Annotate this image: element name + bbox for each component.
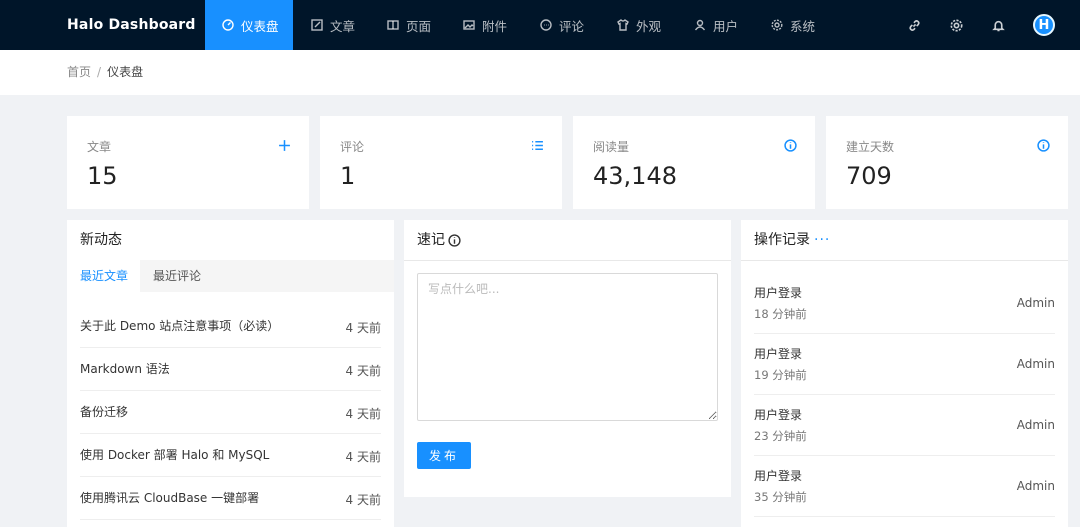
log-item: 用户登录 19 分钟前 Admin [754, 334, 1055, 395]
post-title[interactable]: Markdown 语法 [80, 348, 170, 391]
log-action: 用户登录 [754, 408, 803, 422]
nav-label: 页面 [406, 18, 432, 34]
log-time: 23 分钟前 [754, 429, 807, 443]
bell-icon[interactable] [989, 16, 1007, 34]
tab-recent-comments[interactable]: 最近评论 [140, 260, 394, 292]
nav-system[interactable]: 系统 [770, 0, 815, 50]
post-title[interactable]: 备份迁移 [80, 391, 128, 434]
breadcrumb-home[interactable]: 首页 [67, 65, 91, 79]
more-icon[interactable]: ··· [814, 220, 830, 260]
panel-title: 操作记录 [754, 232, 810, 248]
log-item: 用户登录 35 分钟前 Admin [754, 456, 1055, 517]
avatar[interactable]: H [1033, 14, 1055, 36]
log-user: Admin [1016, 418, 1055, 432]
info-icon[interactable] [448, 233, 461, 247]
nav-attachments[interactable]: 附件 [462, 0, 507, 50]
quick-note-panel: 速记 发布 [404, 220, 731, 497]
stat-card-posts: 文章 15 [67, 116, 309, 209]
list-item[interactable]: 使用腾讯云 CloudBase 一键部署 4 天前 [80, 477, 381, 520]
note-textarea[interactable] [417, 273, 718, 421]
operation-log-panel: 操作记录 ··· 用户登录 18 分钟前 Admin 用户登录 19 分钟前 A… [741, 220, 1068, 527]
nav-label: 用户 [713, 18, 739, 34]
nav-label: 附件 [482, 18, 508, 34]
stat-value: 709 [846, 162, 892, 190]
post-title[interactable]: 关于此 Demo 站点注意事项（必读） [80, 305, 279, 348]
log-action: 用户登录 [754, 469, 803, 483]
divider [741, 260, 1068, 261]
nav-users[interactable]: 用户 [693, 0, 738, 50]
list-item[interactable]: 备份迁移 4 天前 [80, 391, 381, 434]
post-title[interactable]: 使用 Docker 部署 Halo 和 MySQL [80, 434, 269, 477]
breadcrumb: 首页 / 仪表盘 [67, 50, 143, 95]
post-time: 4 天前 [345, 407, 381, 421]
log-item: 用户登录 23 分钟前 Admin [754, 395, 1055, 456]
message-icon [539, 18, 553, 32]
link-icon[interactable] [905, 16, 923, 34]
post-time: 4 天前 [345, 321, 381, 335]
stat-value: 43,148 [593, 162, 677, 190]
log-time: 18 分钟前 [754, 307, 807, 321]
publish-button[interactable]: 发布 [417, 442, 471, 469]
stat-label: 阅读量 [593, 140, 630, 154]
panel-title-row: 操作记录 ··· [754, 220, 830, 260]
edit-icon [310, 18, 324, 32]
stat-card-views: 阅读量 43,148 [573, 116, 815, 209]
log-time: 19 分钟前 [754, 368, 807, 382]
log-user: Admin [1016, 479, 1055, 493]
stat-value: 1 [340, 162, 356, 190]
tab-recent-posts[interactable]: 最近文章 [67, 260, 142, 292]
plus-icon[interactable] [277, 138, 291, 152]
nav-label: 外观 [636, 18, 662, 34]
stat-label: 建立天数 [846, 140, 895, 154]
list-item[interactable]: 使用 Docker 部署 Halo 和 MySQL 4 天前 [80, 434, 381, 477]
activity-panel: 新动态 最近文章 最近评论 关于此 Demo 站点注意事项（必读） 4 天前 M… [67, 220, 394, 527]
stat-card-days: 建立天数 709 [826, 116, 1068, 209]
nav-label: 系统 [790, 18, 816, 34]
post-time: 4 天前 [345, 450, 381, 464]
brand-title[interactable]: Halo Dashboard [67, 0, 196, 50]
log-user: Admin [1016, 296, 1055, 310]
log-time: 35 分钟前 [754, 490, 807, 504]
gear-icon[interactable] [947, 16, 965, 34]
list-icon[interactable] [530, 138, 544, 152]
info-icon[interactable] [1036, 138, 1050, 152]
post-time: 4 天前 [345, 493, 381, 507]
nav-label: 评论 [559, 18, 585, 34]
stat-label: 评论 [340, 140, 365, 154]
log-item: 用户登录 18 分钟前 Admin [754, 273, 1055, 334]
setting-icon [770, 18, 784, 32]
activity-tabs: 最近文章 最近评论 [67, 260, 394, 293]
nav-label: 文章 [330, 18, 356, 34]
breadcrumb-bar: 首页 / 仪表盘 [0, 50, 1080, 95]
panel-title-row: 速记 [417, 220, 461, 260]
nav-posts[interactable]: 文章 [310, 0, 355, 50]
user-icon [693, 18, 707, 32]
list-item[interactable]: 关于此 Demo 站点注意事项（必读） 4 天前 [80, 305, 381, 348]
post-time: 4 天前 [345, 364, 381, 378]
picture-icon [462, 18, 476, 32]
nav-appearance[interactable]: 外观 [616, 0, 661, 50]
breadcrumb-current: 仪表盘 [107, 65, 144, 79]
nav-pages[interactable]: 页面 [386, 0, 431, 50]
divider [404, 260, 731, 261]
dashboard-icon [221, 18, 235, 32]
stat-value: 15 [87, 162, 118, 190]
panel-title: 速记 [417, 232, 445, 248]
info-icon[interactable] [783, 138, 797, 152]
book-icon [386, 18, 400, 32]
stat-label: 文章 [87, 140, 112, 154]
post-title[interactable]: 使用腾讯云 CloudBase 一键部署 [80, 477, 259, 520]
stat-card-comments: 评论 1 [320, 116, 562, 209]
log-action: 用户登录 [754, 347, 803, 361]
skin-icon [616, 18, 630, 32]
log-action: 用户登录 [754, 286, 803, 300]
nav-comments[interactable]: 评论 [539, 0, 584, 50]
nav-dashboard[interactable]: 仪表盘 [205, 0, 293, 50]
log-user: Admin [1016, 357, 1055, 371]
breadcrumb-separator: / [97, 65, 102, 79]
list-item[interactable]: Markdown 语法 4 天前 [80, 348, 381, 391]
top-header: Halo Dashboard 仪表盘 文章 页面 附件 评论 外观 用户 系统 … [0, 0, 1080, 50]
panel-title: 新动态 [80, 232, 122, 248]
nav-label: 仪表盘 [241, 18, 279, 34]
